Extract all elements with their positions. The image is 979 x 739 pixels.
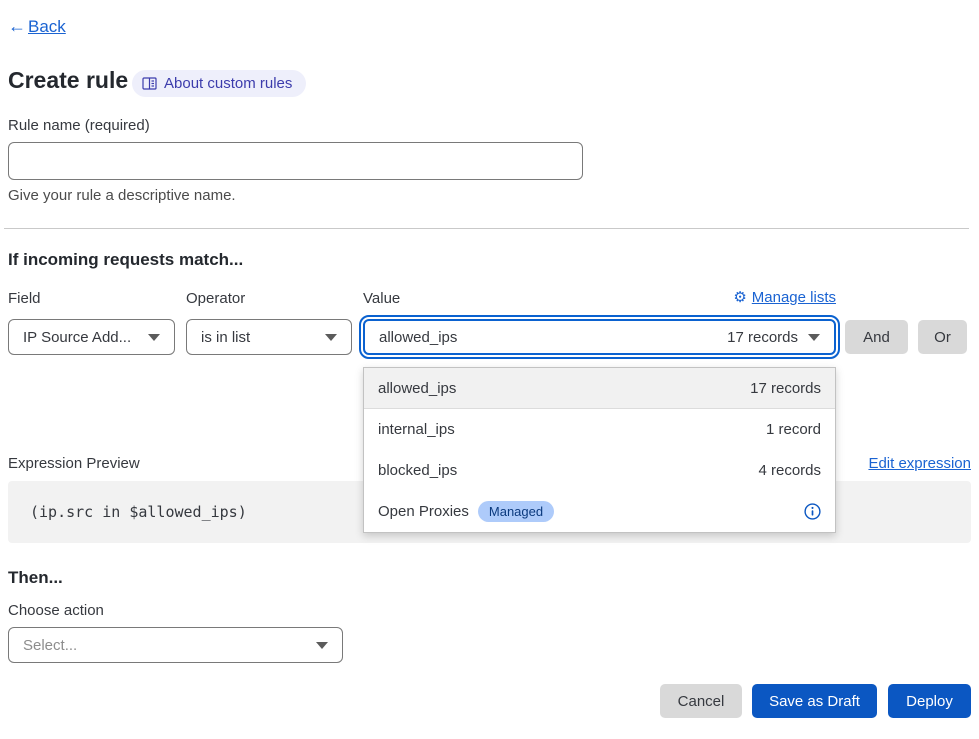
edit-expression-link[interactable]: Edit expression (868, 455, 971, 472)
about-custom-rules-link[interactable]: About custom rules (132, 70, 306, 97)
dropdown-option-blocked-ips[interactable]: blocked_ips 4 records (364, 450, 835, 491)
back-label: Back (28, 17, 66, 37)
then-section-heading: Then... (8, 568, 63, 588)
gear-icon: ⚙ (733, 290, 746, 305)
managed-badge: Managed (478, 501, 554, 522)
expression-code: (ip.src in $allowed_ips) (30, 503, 247, 521)
option-records: 1 record (766, 421, 821, 438)
about-badge-label: About custom rules (164, 75, 292, 92)
info-icon[interactable] (804, 503, 821, 520)
option-name: allowed_ips (378, 380, 456, 397)
rule-name-label: Rule name (required) (8, 117, 150, 134)
page-title: Create rule (8, 67, 128, 94)
expression-preview-label: Expression Preview (8, 455, 140, 472)
dropdown-option-internal-ips[interactable]: internal_ips 1 record (364, 409, 835, 450)
save-as-draft-button[interactable]: Save as Draft (752, 684, 877, 718)
action-select[interactable]: Select... (8, 627, 343, 663)
and-button[interactable]: And (845, 320, 908, 354)
arrow-left-icon: ← (8, 16, 26, 37)
manage-lists-label: Manage lists (752, 289, 836, 306)
operator-select-value: is in list (201, 329, 250, 346)
rule-name-helper-text: Give your rule a descriptive name. (8, 187, 236, 204)
cancel-button[interactable]: Cancel (660, 684, 742, 718)
back-link[interactable]: ←Back (8, 16, 66, 37)
operator-select[interactable]: is in list (186, 319, 352, 355)
value-label: Value (363, 290, 400, 307)
option-records: 17 records (750, 380, 821, 397)
field-select-value: IP Source Add... (23, 329, 131, 346)
option-name: Open Proxies (378, 503, 469, 520)
chevron-down-icon (325, 334, 337, 341)
option-name: internal_ips (378, 421, 455, 438)
section-divider (4, 228, 969, 229)
value-select[interactable]: allowed_ips 17 records (363, 319, 836, 355)
option-name: blocked_ips (378, 462, 457, 479)
operator-label: Operator (186, 290, 245, 307)
option-records: 4 records (758, 462, 821, 479)
field-select[interactable]: IP Source Add... (8, 319, 175, 355)
deploy-button[interactable]: Deploy (888, 684, 971, 718)
chevron-down-icon (316, 642, 328, 649)
value-select-records: 17 records (727, 329, 798, 346)
value-dropdown-panel: allowed_ips 17 records internal_ips 1 re… (363, 367, 836, 533)
manage-lists-link[interactable]: ⚙ Manage lists (733, 289, 836, 306)
book-icon (142, 77, 157, 90)
dropdown-option-open-proxies[interactable]: Open Proxies Managed (364, 491, 835, 532)
match-section-heading: If incoming requests match... (8, 250, 243, 270)
action-select-placeholder: Select... (23, 637, 77, 654)
or-button[interactable]: Or (918, 320, 967, 354)
value-select-value: allowed_ips (379, 329, 457, 346)
rule-name-input[interactable] (8, 142, 583, 180)
choose-action-label: Choose action (8, 602, 104, 619)
chevron-down-icon (148, 334, 160, 341)
dropdown-option-allowed-ips[interactable]: allowed_ips 17 records (364, 368, 835, 409)
chevron-down-icon (808, 334, 820, 341)
field-label: Field (8, 290, 41, 307)
